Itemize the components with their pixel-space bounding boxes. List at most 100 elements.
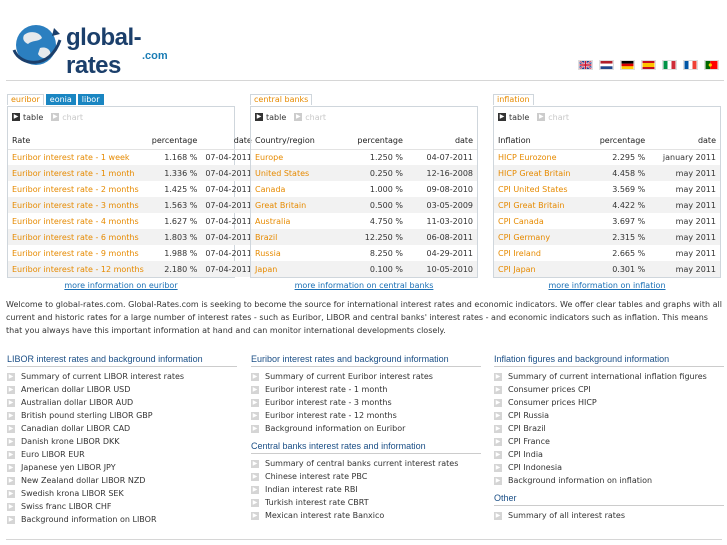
list-item[interactable]: ▶ Australian dollar LIBOR AUD — [7, 396, 237, 409]
inflation-percentage: 3.697 % — [612, 216, 646, 226]
central-banks-link-list: ▶ Summary of central banks current intere… — [251, 457, 481, 522]
italy-flag-icon[interactable] — [662, 60, 677, 70]
chart-view-button[interactable]: ▶ chart — [294, 113, 326, 122]
tab-inflation[interactable]: inflation — [493, 94, 534, 105]
list-item[interactable]: ▶ Danish krone LIBOR DKK — [7, 435, 237, 448]
list-item[interactable]: ▶ Swiss franc LIBOR CHF — [7, 500, 237, 513]
tab-central-banks[interactable]: central banks — [250, 94, 313, 105]
germany-flag-icon[interactable] — [620, 60, 635, 70]
rate-date: 09-08-2010 — [426, 184, 474, 194]
chart-view-button[interactable]: ▶ chart — [537, 113, 569, 122]
spain-flag-icon[interactable] — [641, 60, 656, 70]
country-link[interactable]: Europe — [251, 149, 338, 165]
country-link[interactable]: Great Britain — [251, 197, 339, 213]
list-item-label: Consumer prices CPI — [508, 385, 591, 394]
rate-link[interactable]: Euribor interest rate - 12 months — [8, 261, 148, 277]
list-item[interactable]: ▶ Background information on LIBOR — [7, 513, 237, 526]
arrow-right-icon: ▶ — [251, 372, 259, 381]
inflation-link[interactable]: CPI United States — [494, 181, 587, 197]
rate-percentage: 0.500 % — [338, 197, 407, 213]
table-view-label: table — [266, 112, 287, 122]
tab-libor[interactable]: libor — [77, 94, 104, 105]
inflation-link[interactable]: CPI Canada — [494, 213, 587, 229]
list-item[interactable]: ▶ American dollar LIBOR USD — [7, 383, 237, 396]
list-item[interactable]: ▶ Canadian dollar LIBOR CAD — [7, 422, 237, 435]
view-switch: ▶ table ▶ chart — [494, 109, 720, 125]
list-item[interactable]: ▶ Summary of current international inflat… — [494, 370, 724, 383]
list-item[interactable]: ▶ CPI Brazil — [494, 422, 724, 435]
list-item[interactable]: ▶ Summary of current LIBOR interest rates — [7, 370, 237, 383]
list-item-label: Euribor interest rate - 1 month — [265, 385, 388, 394]
inflation-link[interactable]: CPI Japan — [494, 261, 588, 277]
list-item[interactable]: ▶ Swedish krona LIBOR SEK — [7, 487, 237, 500]
list-item[interactable]: ▶ Euribor interest rate - 12 months — [251, 409, 481, 422]
inflation-panel-body: ▶ table ▶ chart Inflation percentage date … — [493, 106, 721, 278]
arrow-right-icon: ▶ — [537, 113, 546, 121]
netherlands-flag-icon[interactable] — [599, 60, 614, 70]
more-info-central-banks-link[interactable]: more information on central banks — [250, 281, 478, 290]
chart-view-button[interactable]: ▶ chart — [51, 113, 83, 122]
table-view-label: table — [23, 112, 44, 122]
site-logo[interactable]: global-rates .com — [10, 20, 180, 79]
rate-link[interactable]: Euribor interest rate - 1 month — [8, 165, 148, 181]
list-item[interactable]: ▶ Japanese yen LIBOR JPY — [7, 461, 237, 474]
rate-link[interactable]: Euribor interest rate - 1 week — [8, 149, 148, 165]
table-row: HICP Eurozone 2.295 % january 2011 — [494, 149, 720, 165]
rate-date: 07-04-2011 — [201, 165, 256, 181]
inflation-link[interactable]: HICP Eurozone — [494, 149, 587, 165]
list-item[interactable]: ▶ New Zealand dollar LIBOR NZD — [7, 474, 237, 487]
france-flag-icon[interactable] — [683, 60, 698, 70]
more-info-inflation-link[interactable]: more information on inflation — [493, 281, 721, 290]
list-item[interactable]: ▶ British pound sterling LIBOR GBP — [7, 409, 237, 422]
list-item[interactable]: ▶ Euribor interest rate - 3 months — [251, 396, 481, 409]
table-view-button[interactable]: ▶ table — [255, 113, 286, 122]
rate-date: 07-04-2011 — [205, 216, 252, 226]
rate-link[interactable]: Euribor interest rate - 6 months — [8, 229, 148, 245]
list-item[interactable]: ▶ Background information on Euribor — [251, 422, 481, 435]
rate-link[interactable]: Euribor interest rate - 3 months — [8, 197, 148, 213]
rate-date: 07-04-2011 — [205, 184, 252, 194]
portugal-flag-icon[interactable] — [704, 60, 719, 70]
list-item[interactable]: ▶ Turkish interest rate CBRT — [251, 496, 481, 509]
list-item[interactable]: ▶ CPI Indonesia — [494, 461, 724, 474]
country-link[interactable]: Japan — [251, 261, 339, 277]
list-item-label: Background information on LIBOR — [21, 515, 157, 524]
list-item[interactable]: ▶ CPI Russia — [494, 409, 724, 422]
tab-euribor[interactable]: euribor — [7, 94, 44, 105]
tab-eonia[interactable]: eonia — [45, 94, 76, 105]
more-info-euribor-link[interactable]: more information on euribor — [7, 281, 235, 290]
list-item-label: Indian interest rate RBI — [265, 485, 358, 494]
list-item-label: Summary of all interest rates — [508, 511, 625, 520]
list-item[interactable]: ▶ Chinese interest rate PBC — [251, 470, 481, 483]
inflation-link[interactable]: CPI Ireland — [494, 245, 587, 261]
list-item[interactable]: ▶ CPI India — [494, 448, 724, 461]
inflation-link[interactable]: CPI Germany — [494, 229, 588, 245]
rate-link[interactable]: Euribor interest rate - 4 months — [8, 213, 148, 229]
uk-flag-icon[interactable] — [578, 60, 593, 70]
table-view-button[interactable]: ▶ table — [498, 113, 529, 122]
country-link[interactable]: Canada — [251, 181, 338, 197]
list-item[interactable]: ▶ Summary of central banks current intere… — [251, 457, 481, 470]
list-item[interactable]: ▶ Background information on inflation — [494, 474, 724, 487]
table-row: Japan 0.100 % 10-05-2010 — [251, 261, 477, 277]
inflation-link[interactable]: HICP Great Britain — [494, 165, 588, 181]
list-item[interactable]: ▶ CPI France — [494, 435, 724, 448]
list-item[interactable]: ▶ Summary of all interest rates — [494, 509, 724, 522]
list-item[interactable]: ▶ Summary of current Euribor interest rat… — [251, 370, 481, 383]
table-row: Australia 4.750 % 11-03-2010 — [251, 213, 477, 229]
table-view-button[interactable]: ▶ table — [12, 113, 43, 122]
list-item[interactable]: ▶ Consumer prices HICP — [494, 396, 724, 409]
rate-link[interactable]: Euribor interest rate - 9 months — [8, 245, 148, 261]
country-link[interactable]: United States — [251, 165, 339, 181]
country-link[interactable]: Australia — [251, 213, 338, 229]
list-item[interactable]: ▶ Mexican interest rate Banxico — [251, 509, 481, 522]
rate-link[interactable]: Euribor interest rate - 2 months — [8, 181, 148, 197]
table-row: Euribor interest rate - 6 months 1.803 % 0… — [8, 229, 256, 245]
list-item[interactable]: ▶ Euro LIBOR EUR — [7, 448, 237, 461]
list-item[interactable]: ▶ Consumer prices CPI — [494, 383, 724, 396]
country-link[interactable]: Russia — [251, 245, 338, 261]
country-link[interactable]: Brazil — [251, 229, 339, 245]
list-item[interactable]: ▶ Indian interest rate RBI — [251, 483, 481, 496]
list-item[interactable]: ▶ Euribor interest rate - 1 month — [251, 383, 481, 396]
inflation-link[interactable]: CPI Great Britain — [494, 197, 588, 213]
